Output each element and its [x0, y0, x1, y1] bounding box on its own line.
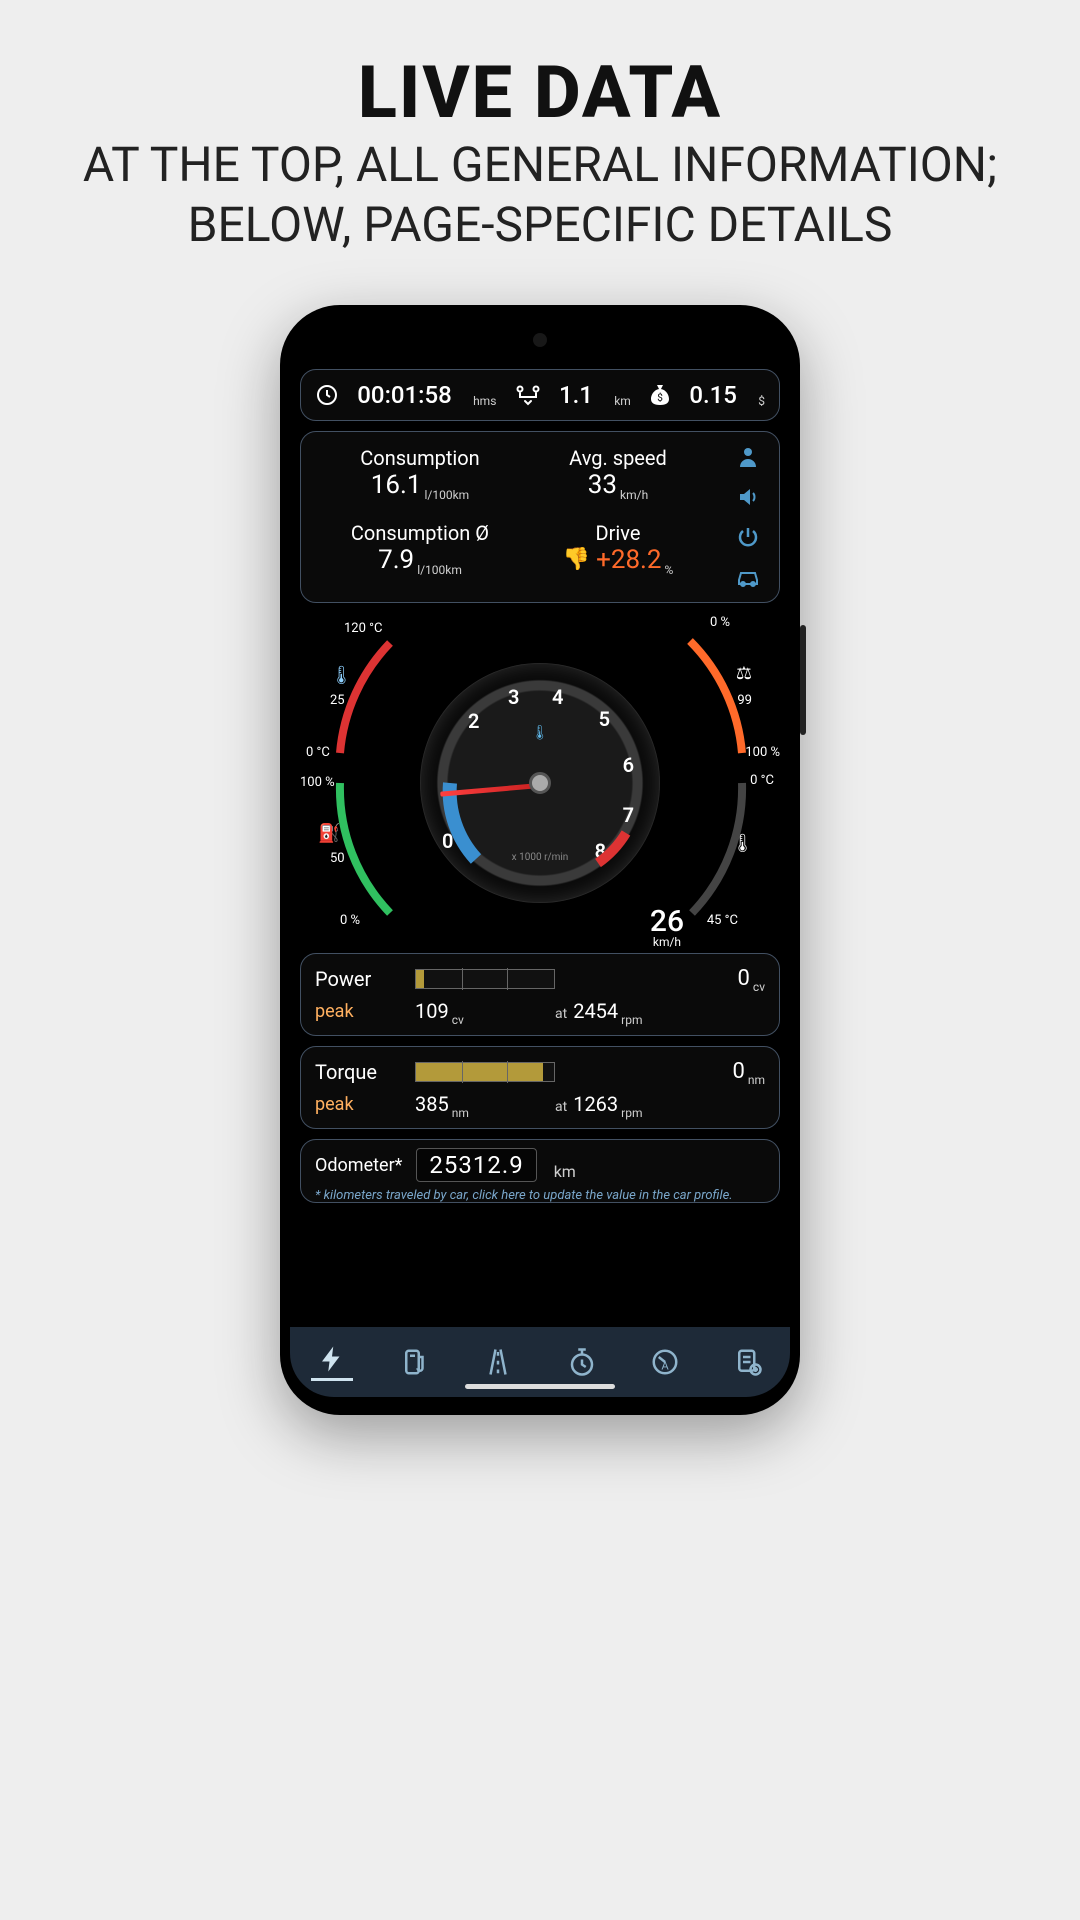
torque-peak-at: at1263rpm	[555, 1092, 765, 1116]
torque-card: Torque 0nm peak 385nm at1263rpm	[300, 1046, 780, 1129]
trip-time: 00:01:58	[357, 381, 452, 409]
gauge-cluster: 120 °C 🌡 25 0 °C 100 % ⛽ 50 0 % 0 % ⚖ 99…	[300, 613, 780, 953]
consumption-avg-label: Consumption Ø	[321, 521, 519, 545]
avg-speed-label: Avg. speed	[519, 446, 717, 470]
camera-dot	[533, 333, 547, 347]
stats-card: Consumption 16.1l/100km Avg. speed 33km/…	[300, 431, 780, 603]
torque-peak-value: 385nm	[415, 1092, 555, 1116]
thumbs-down-icon: 👎	[563, 547, 590, 572]
svg-text:$: $	[657, 391, 663, 404]
power-icon[interactable]	[731, 520, 765, 554]
drive-value: 👎+28.2%	[519, 545, 717, 575]
tab-gauge[interactable]: A	[638, 1335, 692, 1389]
consumption-label: Consumption	[321, 446, 519, 470]
home-indicator[interactable]	[465, 1384, 615, 1389]
banner-title: LIVE DATA	[30, 50, 1050, 135]
sound-icon[interactable]	[731, 480, 765, 514]
screen: 00:01:58 hms 1.1 km $ 0.15 $ Consumption	[290, 323, 790, 1397]
coolant-mini-icon: 🌡	[531, 725, 549, 741]
odometer-unit: km	[551, 1162, 576, 1181]
tachometer-dial: 0 1 2 3 4 5 6 7 8 🌡	[420, 663, 660, 903]
side-actions	[723, 440, 765, 594]
speed-readout: 26 km/h	[650, 904, 684, 949]
power-peak-value: 109cv	[415, 999, 555, 1023]
trip-cost: 0.15	[689, 381, 737, 409]
torque-peak-label: peak	[315, 1094, 415, 1115]
banner-subtitle: AT THE TOP, ALL GENERAL INFORMATION; BEL…	[30, 135, 1050, 255]
avg-speed-value: 33km/h	[519, 470, 717, 500]
drive-label: Drive	[519, 521, 717, 545]
power-value: 0cv	[555, 966, 765, 991]
odometer-value[interactable]: 25312.9	[416, 1148, 536, 1182]
torque-label: Torque	[315, 1060, 415, 1084]
tab-live[interactable]	[305, 1335, 359, 1389]
device-frame: 00:01:58 hms 1.1 km $ 0.15 $ Consumption	[280, 305, 800, 1415]
tab-road[interactable]	[471, 1335, 525, 1389]
torque-bar	[415, 1062, 555, 1082]
power-card: Power 0cv peak 109cv at2454rpm	[300, 953, 780, 1036]
odometer-label: Odometer*	[315, 1155, 402, 1176]
torque-value: 0nm	[555, 1059, 765, 1084]
tab-report[interactable]	[721, 1335, 775, 1389]
trip-summary-bar[interactable]: 00:01:58 hms 1.1 km $ 0.15 $	[300, 369, 780, 421]
driver-icon[interactable]	[731, 440, 765, 474]
trip-cost-unit: $	[755, 394, 765, 408]
tab-fuel[interactable]	[388, 1335, 442, 1389]
trip-time-unit: hms	[470, 394, 496, 408]
car-icon[interactable]	[731, 560, 765, 594]
power-peak-label: peak	[315, 1001, 415, 1022]
consumption-avg-value: 7.9l/100km	[321, 545, 519, 575]
trip-distance: 1.1	[559, 381, 593, 409]
odometer-card[interactable]: Odometer* 25312.9 km * kilometers travel…	[300, 1139, 780, 1203]
clock-icon	[315, 383, 339, 407]
money-bag-icon: $	[649, 383, 671, 407]
svg-text:A: A	[661, 1360, 669, 1373]
rpm-caption: x 1000 r/min	[420, 852, 660, 863]
consumption-value: 16.1l/100km	[321, 470, 519, 500]
tab-timer[interactable]	[555, 1335, 609, 1389]
distance-icon	[515, 384, 541, 406]
power-bar	[415, 969, 555, 989]
promo-banner: LIVE DATA AT THE TOP, ALL GENERAL INFORM…	[0, 0, 1080, 275]
odometer-footnote[interactable]: * kilometers traveled by car, click here…	[315, 1188, 765, 1203]
trip-distance-unit: km	[611, 394, 631, 408]
power-label: Power	[315, 967, 415, 991]
power-peak-at: at2454rpm	[555, 999, 765, 1023]
